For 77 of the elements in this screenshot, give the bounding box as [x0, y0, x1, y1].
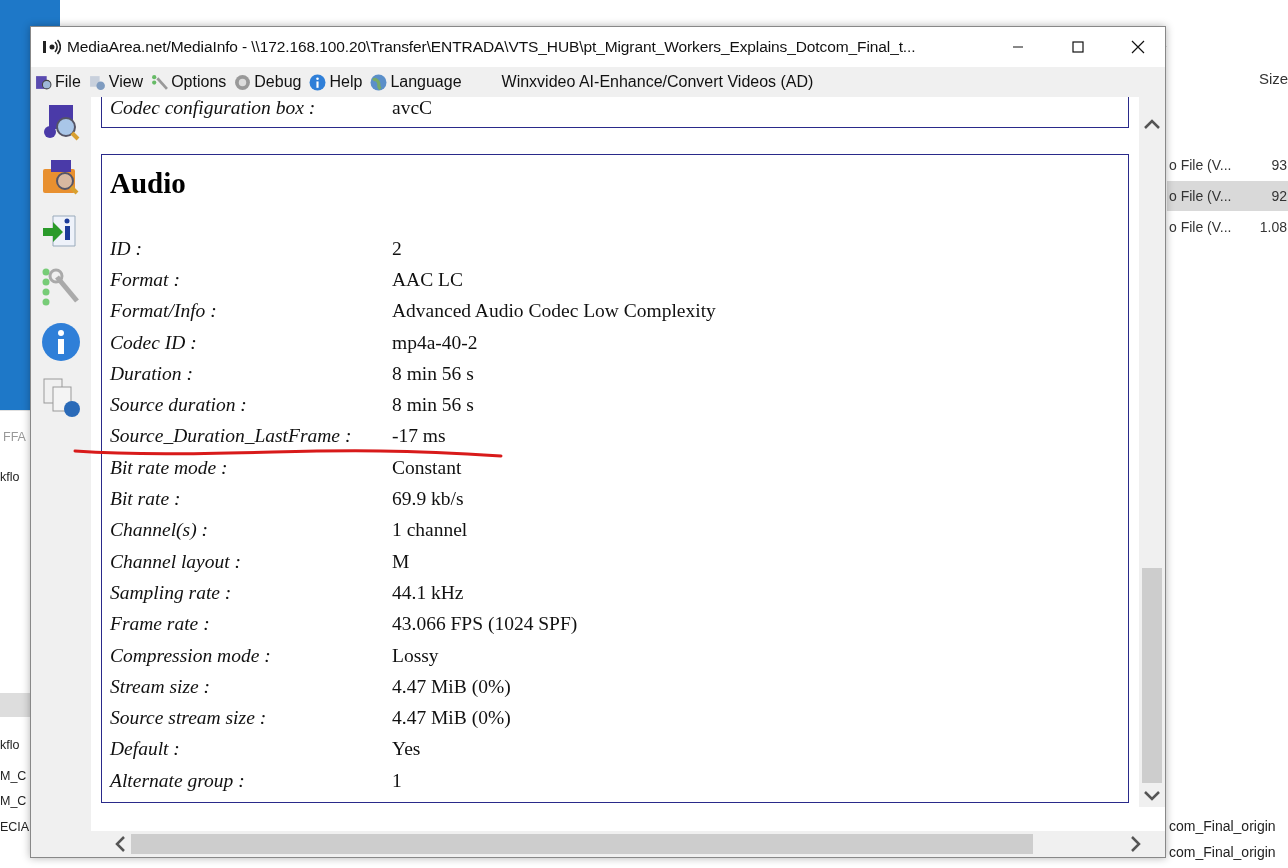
scroll-up-icon[interactable]: [1142, 117, 1162, 131]
field-label: Bit rate mode :: [110, 456, 229, 479]
ad-link[interactable]: Winxvideo AI-Enhance/Convert Videos (AD): [499, 71, 816, 93]
music-search-icon[interactable]: [41, 102, 81, 142]
menu-item[interactable]: View: [86, 71, 149, 93]
scroll-right-icon[interactable]: [1129, 834, 1143, 854]
field-value: 1 channel: [392, 519, 468, 542]
app-icon: [41, 37, 61, 57]
field-label: Source duration :: [110, 394, 248, 417]
disc-icon: [234, 73, 252, 91]
sheets-globe-icon[interactable]: [41, 377, 81, 417]
field-value: AAC LC: [392, 268, 463, 291]
file-name-fragment: kflo: [0, 737, 20, 754]
file-row[interactable]: o File (V... 1.08: [1167, 212, 1288, 242]
menu-item[interactable]: Help: [307, 71, 368, 93]
field-label: Stream size :: [110, 675, 211, 698]
info-icon[interactable]: [41, 322, 81, 362]
field-value: 1: [392, 769, 402, 792]
scroll-left-icon[interactable]: [113, 834, 127, 854]
file-row[interactable]: o File (V... 92: [1167, 181, 1288, 211]
field-value: 8 min 56 s: [392, 394, 474, 417]
field-value: Lossy: [392, 644, 439, 667]
field-value: 8 min 56 s: [392, 362, 474, 385]
menu-item[interactable]: File: [33, 71, 86, 93]
field-label: Bit rate :: [110, 488, 182, 510]
field-label: ID :: [110, 237, 143, 260]
file-name-fragment: FFA: [3, 429, 26, 446]
field-value: 4.47 MiB (0%): [392, 707, 511, 730]
field-label: Source stream size :: [110, 707, 268, 730]
file-name-fragment: M_C: [0, 768, 27, 785]
file-name-fragment: M_C: [0, 793, 27, 810]
field-label: Source_Duration_LastFrame :: [110, 425, 353, 448]
field-value: mp4a-40-2: [392, 331, 478, 354]
menu-item[interactable]: Debug: [232, 71, 307, 93]
menu-item[interactable]: Language: [368, 71, 467, 93]
field-value: 2: [392, 237, 402, 260]
column-header: Size: [1259, 70, 1288, 87]
field-label: Frame rate :: [110, 613, 211, 636]
file-name-fragment: ECIA: [0, 819, 30, 836]
field-value: 4.47 MiB (0%): [392, 675, 511, 698]
field-label: Duration :: [110, 362, 194, 385]
field-label: Format :: [110, 268, 181, 291]
field-value: 43.066 FPS (1024 SPF): [392, 613, 578, 636]
field-value: M: [392, 550, 410, 573]
field-value: 44.1 kHz: [392, 581, 464, 604]
scroll-down-icon[interactable]: [1142, 789, 1162, 803]
field-label: Channel(s) :: [110, 519, 210, 542]
wrench-icon: [151, 73, 169, 91]
field-label: Default :: [110, 738, 181, 761]
field-label: Sampling rate :: [110, 581, 233, 604]
scrollbar-thumb[interactable]: [131, 834, 1033, 854]
view-icon: [88, 73, 106, 91]
field-value: 69.9 kb/s: [392, 488, 464, 510]
field-label: Channel layout :: [110, 550, 243, 573]
vertical-scrollbar[interactable]: [1139, 97, 1165, 807]
file-path-fragment: com_Final_origin: [1169, 843, 1276, 862]
media-file-icon: [35, 73, 52, 91]
folder-search-icon[interactable]: [41, 157, 81, 197]
section-title: Audio: [110, 166, 187, 201]
file-path-fragment: com_Final_origin: [1169, 817, 1276, 836]
field-value: Yes: [392, 738, 421, 761]
globe-icon: [370, 73, 388, 91]
field-label: Compression mode :: [110, 644, 272, 667]
field-label: Codec configuration box :: [110, 97, 317, 119]
field-label: Alternate group :: [110, 769, 246, 792]
menu-item[interactable]: Options: [149, 71, 232, 93]
file-row[interactable]: o File (V... 93: [1167, 150, 1288, 180]
scrollbar-thumb[interactable]: [1142, 568, 1162, 783]
info-icon: [309, 73, 327, 91]
window-title: MediaArea.net/MediaInfo - \\172.168.100.20\Transfer\ENTRADA\VTS_HUB\pt_Migrant_Workers_Explains_Dotcom_Final_t...: [67, 38, 917, 56]
field-value: avcC: [392, 97, 433, 119]
field-value: Constant: [392, 456, 462, 479]
field-value: Advanced Audio Codec Low Complexity: [392, 300, 716, 323]
field-label: Codec ID :: [110, 331, 198, 354]
file-name-fragment: kflo: [0, 469, 20, 486]
field-value: -17 ms: [392, 425, 446, 448]
field-label: Format/Info :: [110, 300, 218, 323]
